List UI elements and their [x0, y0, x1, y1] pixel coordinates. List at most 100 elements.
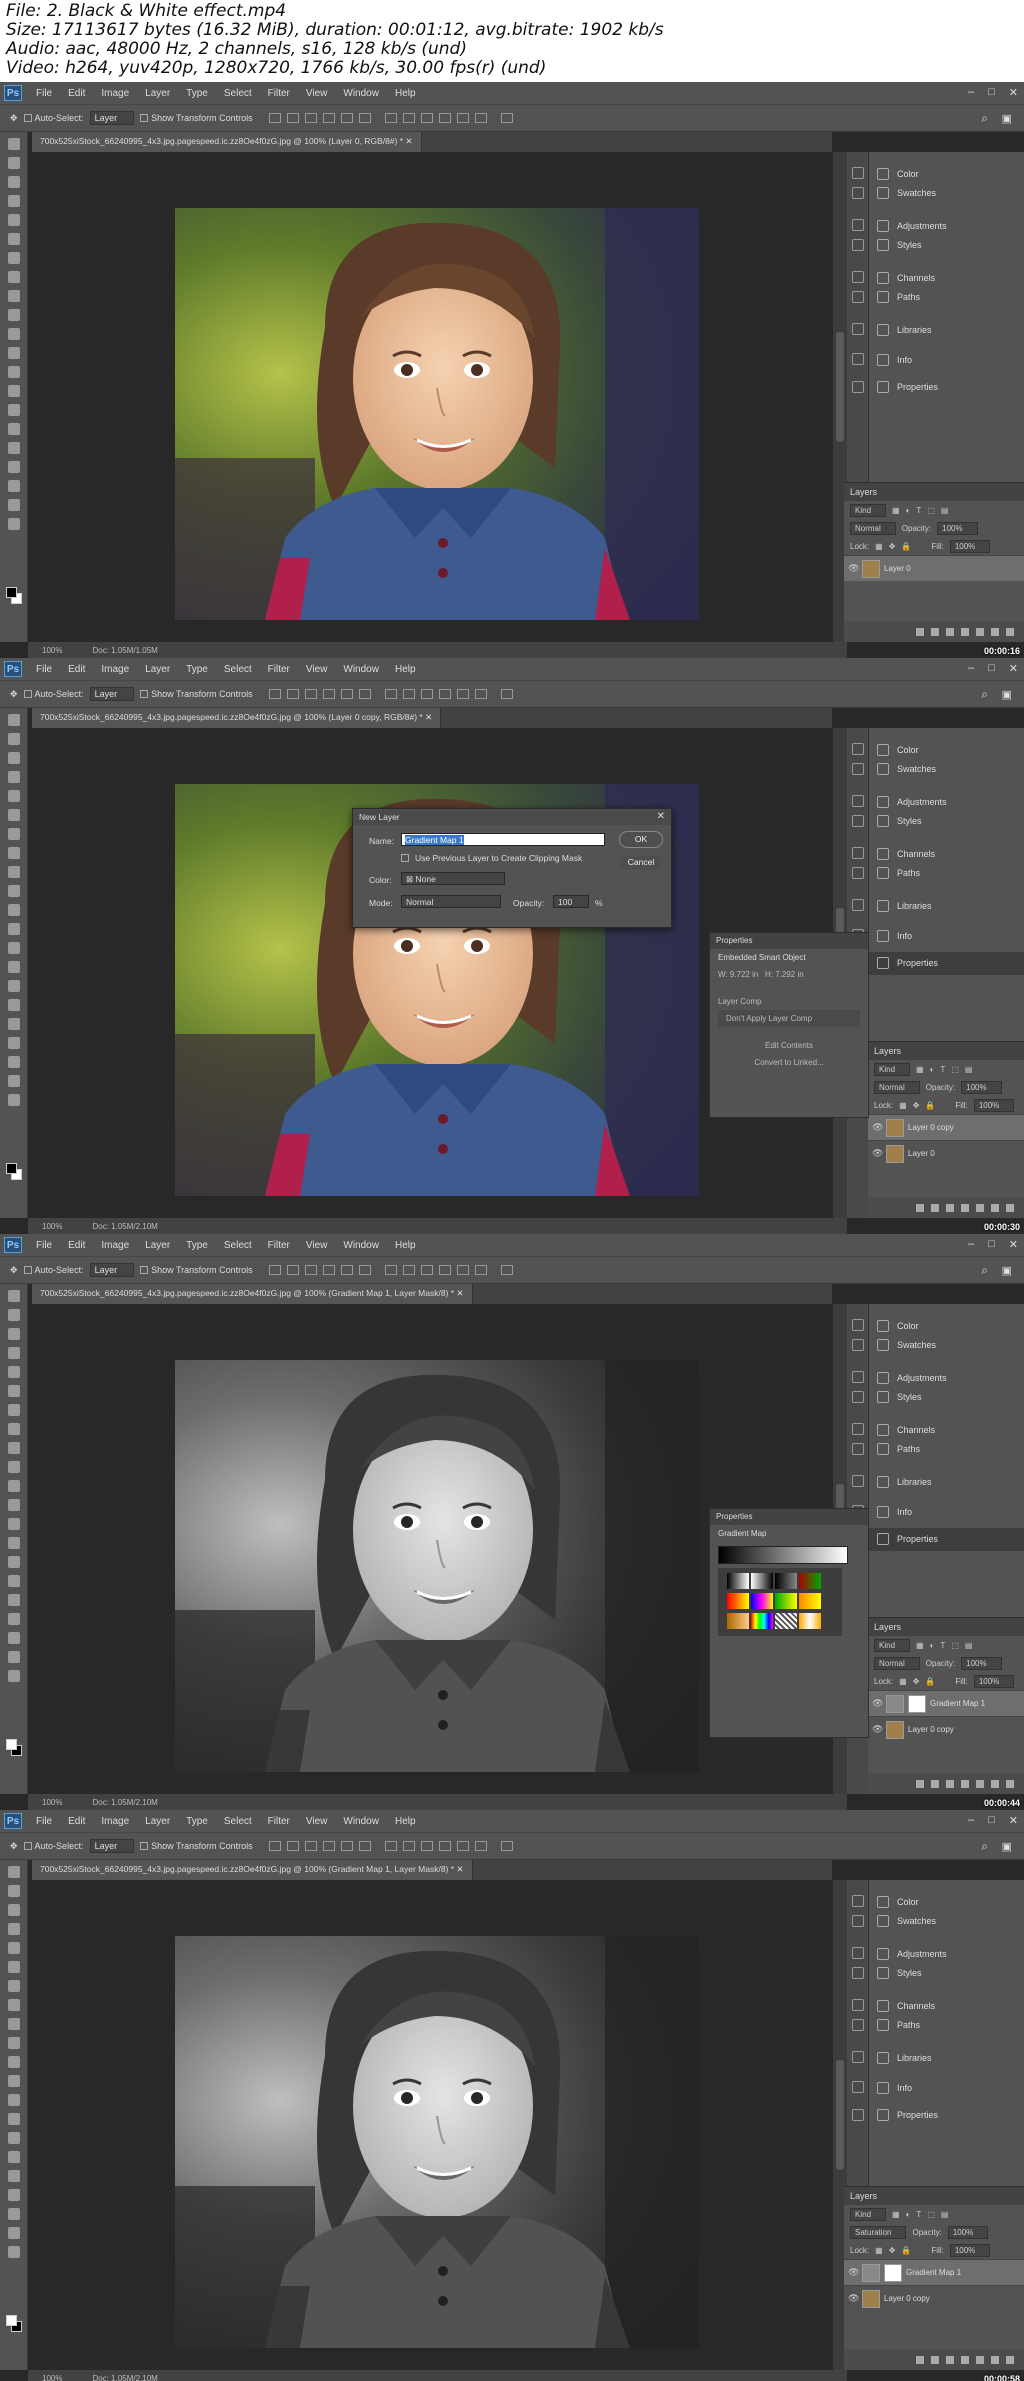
zoom-tool-icon[interactable]: [7, 1075, 20, 1087]
fx-icon[interactable]: [931, 2356, 939, 2364]
menu-type[interactable]: Type: [178, 1816, 216, 1827]
zoom-level[interactable]: 100%: [42, 1798, 62, 1807]
adjustment-layer-icon[interactable]: [961, 2356, 969, 2364]
dock-adjustments-icon[interactable]: [852, 1371, 864, 1384]
menu-window[interactable]: Window: [335, 88, 387, 99]
close-icon[interactable]: ✕: [1009, 86, 1018, 99]
lock-all-icon[interactable]: 🔒: [925, 1101, 935, 1110]
crop-tool-icon[interactable]: [7, 1366, 20, 1378]
zoom-level[interactable]: 100%: [42, 646, 62, 655]
menu-filter[interactable]: Filter: [260, 664, 298, 675]
clone-stamp-tool-icon[interactable]: [7, 1442, 20, 1454]
dock-styles-icon[interactable]: [852, 1390, 864, 1403]
filter-pixel-icon[interactable]: ▦: [892, 2210, 900, 2219]
dock-libraries-icon[interactable]: [852, 323, 864, 336]
close-icon[interactable]: ✕: [1009, 662, 1018, 675]
dock-color-icon[interactable]: [852, 1319, 864, 1332]
document-tab[interactable]: 700x525xiStock_66240995_4x3.jpg.pagespee…: [32, 708, 442, 728]
align-left-icon[interactable]: [322, 689, 335, 699]
path-select-tool-icon[interactable]: [7, 1018, 20, 1030]
filter-smart-icon[interactable]: ▤: [965, 1065, 973, 1074]
opacity-field[interactable]: 100%: [937, 521, 978, 535]
menu-select[interactable]: Select: [216, 1816, 260, 1827]
width-field[interactable]: W: 9.722 in: [718, 970, 758, 979]
lasso-tool-icon[interactable]: [7, 1328, 20, 1340]
distribute-center-icon[interactable]: [456, 1841, 469, 1851]
distribute-middle-icon[interactable]: [402, 1265, 415, 1275]
auto-select-checkbox[interactable]: [23, 1266, 32, 1274]
eraser-tool-icon[interactable]: [7, 328, 20, 340]
quick-select-tool-icon[interactable]: [7, 1347, 20, 1359]
lock-pixels-icon[interactable]: ▦: [875, 542, 883, 551]
layer-name-input[interactable]: Gradient Map 1: [401, 833, 605, 846]
filter-type-icon[interactable]: T: [940, 1065, 945, 1074]
crop-tool-icon[interactable]: [7, 790, 20, 802]
search-icon[interactable]: ⌕: [981, 687, 988, 702]
fx-icon[interactable]: [931, 1780, 939, 1788]
filter-adjust-icon[interactable]: ◐: [930, 1641, 935, 1650]
minimize-icon[interactable]: –: [968, 86, 974, 99]
lock-position-icon[interactable]: ✥: [913, 1101, 920, 1110]
move-tool-icon[interactable]: ✥: [10, 1841, 18, 1852]
path-select-tool-icon[interactable]: [7, 1594, 20, 1606]
opacity-field[interactable]: 100%: [961, 1080, 1002, 1094]
align-center-icon[interactable]: [340, 689, 353, 699]
distribute-left-icon[interactable]: [438, 1265, 451, 1275]
more-tool-icon[interactable]: [7, 2246, 20, 2258]
blend-mode-dropdown[interactable]: Normal: [850, 521, 896, 535]
shape-tool-icon[interactable]: [7, 1037, 20, 1049]
visibility-eye-icon[interactable]: 👁: [872, 1148, 883, 1159]
dock-channels-icon[interactable]: [852, 847, 864, 860]
mode-dropdown[interactable]: Normal: [401, 895, 501, 908]
history-brush-tool-icon[interactable]: [7, 885, 20, 897]
brush-tool-icon[interactable]: [7, 847, 20, 859]
move-tool-icon[interactable]: [7, 1866, 20, 1878]
layer-row[interactable]: 👁 Layer 0 copy: [868, 1716, 1024, 1742]
foreground-color-swatch[interactable]: [6, 2315, 17, 2326]
lasso-tool-icon[interactable]: [7, 176, 20, 188]
history-brush-tool-icon[interactable]: [7, 2037, 20, 2049]
filter-type-icon[interactable]: T: [916, 2210, 921, 2219]
align-top-icon[interactable]: [268, 1265, 281, 1275]
eyedropper-tool-icon[interactable]: [7, 1385, 20, 1397]
transform-controls-checkbox[interactable]: [140, 114, 149, 122]
menu-edit[interactable]: Edit: [60, 1816, 93, 1827]
path-select-tool-icon[interactable]: [7, 442, 20, 454]
visibility-eye-icon[interactable]: 👁: [872, 1698, 883, 1709]
gradient-tool-icon[interactable]: [7, 347, 20, 359]
dock-adjustments-icon[interactable]: [852, 219, 864, 232]
filter-adjust-icon[interactable]: ◐: [930, 1065, 935, 1074]
dock-channels-icon[interactable]: [852, 1423, 864, 1436]
layer-row[interactable]: 👁 Layer 0 copy: [868, 1114, 1024, 1140]
close-tab-icon[interactable]: ✕: [456, 1864, 463, 1874]
healing-tool-icon[interactable]: [7, 1404, 20, 1416]
properties-tab[interactable]: Properties: [710, 1509, 868, 1525]
distribute-right-icon[interactable]: [474, 113, 487, 123]
close-icon[interactable]: ✕: [1009, 1814, 1018, 1827]
align-right-icon[interactable]: [358, 113, 371, 123]
minimize-icon[interactable]: –: [968, 662, 974, 675]
menu-filter[interactable]: Filter: [260, 88, 298, 99]
layer-comp-dropdown[interactable]: Don't Apply Layer Comp: [718, 1010, 860, 1027]
marquee-tool-icon[interactable]: [7, 157, 20, 169]
trash-icon[interactable]: [1006, 2356, 1014, 2364]
panel-swatches[interactable]: Swatches: [869, 1910, 936, 1933]
dock-paths-icon[interactable]: [852, 866, 864, 879]
menu-layer[interactable]: Layer: [137, 88, 178, 99]
crop-tool-icon[interactable]: [7, 214, 20, 226]
distribute-middle-icon[interactable]: [402, 689, 415, 699]
lasso-tool-icon[interactable]: [7, 1904, 20, 1916]
gradient-preset-swatch[interactable]: [751, 1593, 773, 1609]
scrollbar-thumb[interactable]: [836, 2060, 844, 2170]
maximize-icon[interactable]: □: [988, 1238, 995, 1251]
distribute-top-icon[interactable]: [384, 1265, 397, 1275]
trash-icon[interactable]: [1006, 1780, 1014, 1788]
hand-tool-icon[interactable]: [7, 1632, 20, 1644]
dock-color-icon[interactable]: [852, 743, 864, 756]
eraser-tool-icon[interactable]: [7, 1480, 20, 1492]
dock-properties-icon[interactable]: [852, 380, 864, 393]
dock-paths-icon[interactable]: [852, 290, 864, 303]
link-icon[interactable]: [916, 1780, 924, 1788]
pen-tool-icon[interactable]: [7, 1556, 20, 1568]
marquee-tool-icon[interactable]: [7, 733, 20, 745]
